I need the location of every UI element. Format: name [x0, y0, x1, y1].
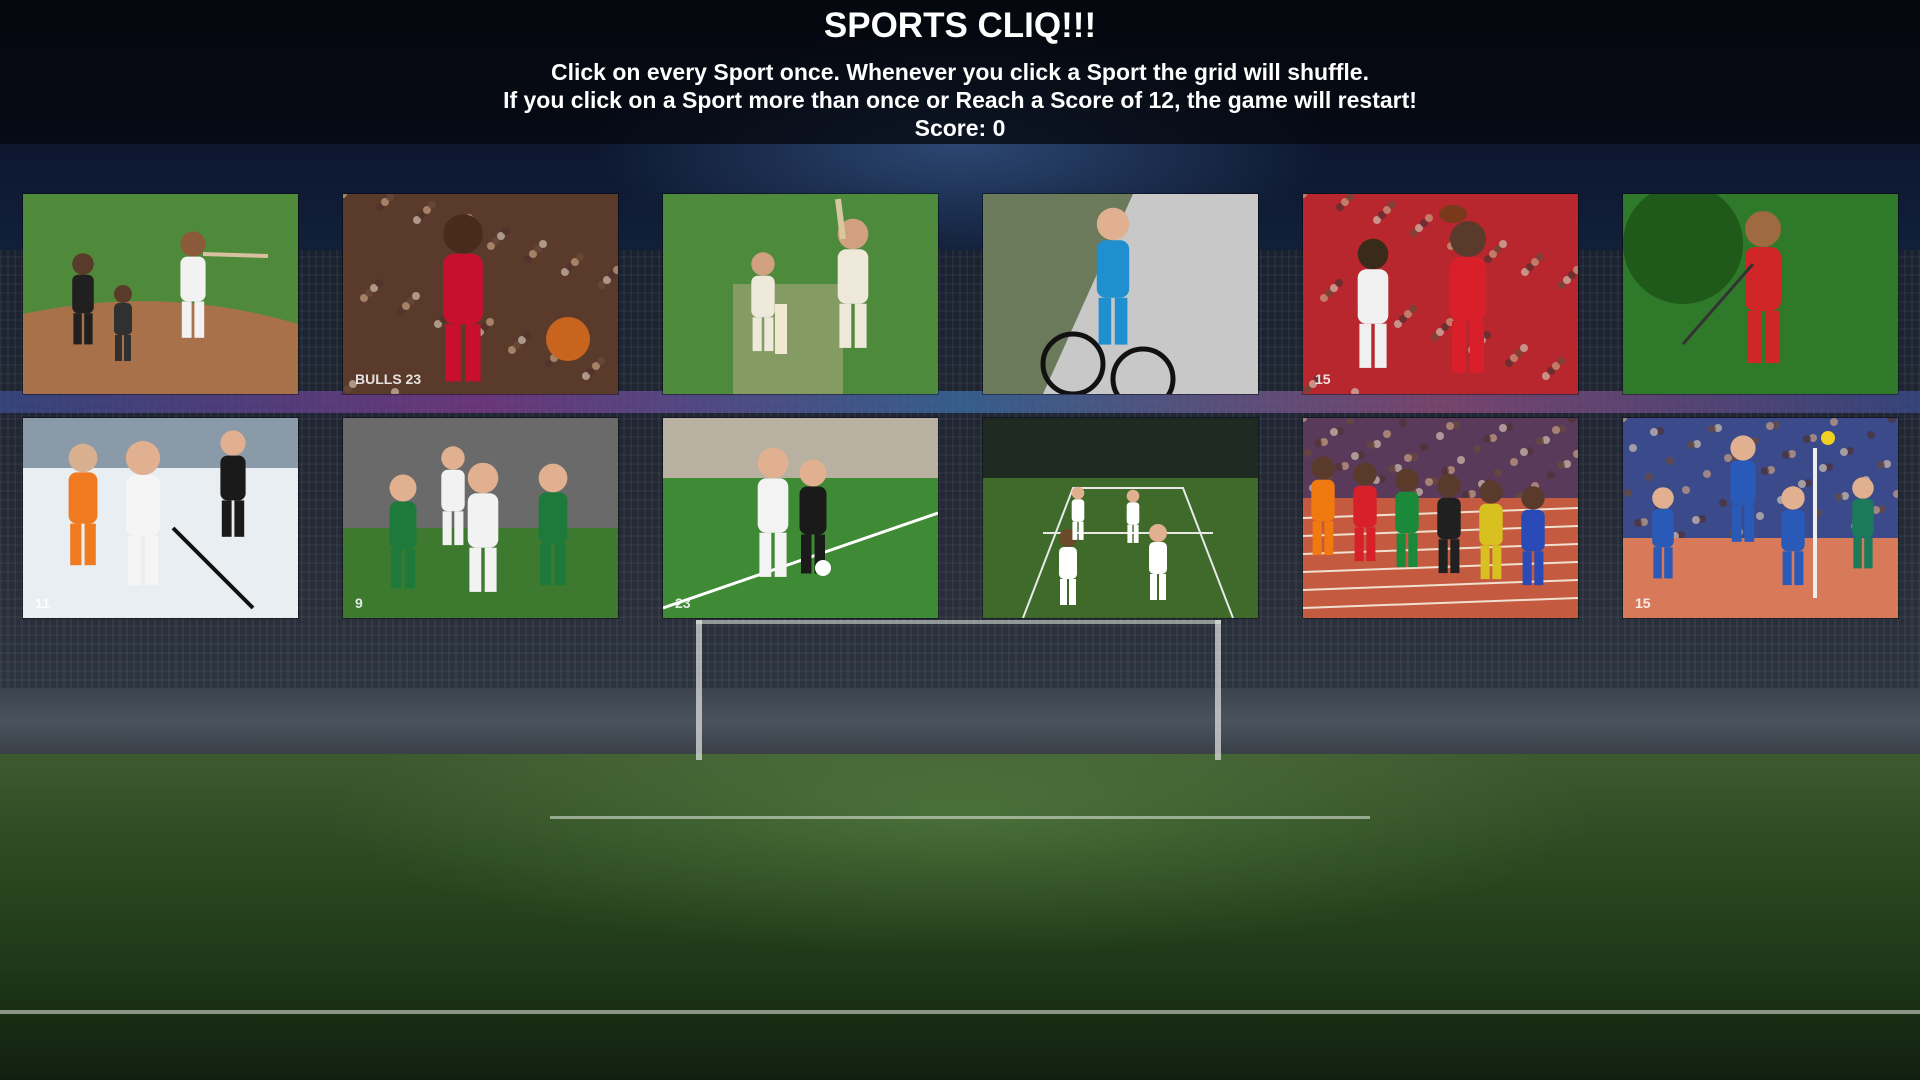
sport-card-cycling[interactable] [983, 194, 1258, 394]
sports-card-grid: BULLS 23 15 11 9 23 15 [23, 194, 1898, 618]
game-header: SPORTS CLIQ!!! Click on every Sport once… [0, 0, 1920, 144]
score-label: Score: [914, 115, 987, 141]
instructions: Click on every Sport once. Whenever you … [0, 58, 1920, 114]
rugby-photo: 9 [343, 418, 618, 618]
ice-hockey-photo: 11 [23, 418, 298, 618]
score-value: 0 [992, 115, 1006, 141]
baseball-photo [23, 194, 298, 394]
sport-card-american-football[interactable]: 15 [1303, 194, 1578, 394]
jersey-text: 15 [1635, 595, 1651, 611]
volleyball-photo: 15 [1623, 418, 1898, 618]
jersey-text: 11 [35, 595, 50, 611]
game-title: SPORTS CLIQ!!! [823, 6, 1097, 45]
basketball-photo: BULLS 23 [343, 194, 618, 394]
tennis-photo [983, 418, 1258, 618]
sport-card-cricket[interactable] [663, 194, 938, 394]
jersey-text: 15 [1315, 371, 1331, 387]
sport-card-volleyball[interactable]: 15 [1623, 418, 1898, 618]
sport-card-soccer[interactable]: 23 [663, 418, 938, 618]
jersey-text: 9 [355, 595, 363, 611]
soccer-photo: 23 [663, 418, 938, 618]
cycling-photo [983, 194, 1258, 394]
jersey-text: 23 [675, 595, 691, 611]
american-football-photo: 15 [1303, 194, 1578, 394]
cricket-photo [663, 194, 938, 394]
sport-card-tennis[interactable] [983, 418, 1258, 618]
golf-photo [1623, 194, 1898, 394]
instruction-line-1: Click on every Sport once. Whenever you … [551, 59, 1369, 85]
score-display: Score: 0 [0, 114, 1920, 142]
sport-card-ice-hockey[interactable]: 11 [23, 418, 298, 618]
sport-card-baseball[interactable] [23, 194, 298, 394]
sport-card-golf[interactable] [1623, 194, 1898, 394]
sport-card-rugby[interactable]: 9 [343, 418, 618, 618]
sport-card-sprinting[interactable] [1303, 418, 1578, 618]
instruction-line-2: If you click on a Sport more than once o… [503, 87, 1417, 113]
jersey-text: BULLS 23 [355, 371, 421, 387]
sprinting-photo [1303, 418, 1578, 618]
sport-card-basketball[interactable]: BULLS 23 [343, 194, 618, 394]
